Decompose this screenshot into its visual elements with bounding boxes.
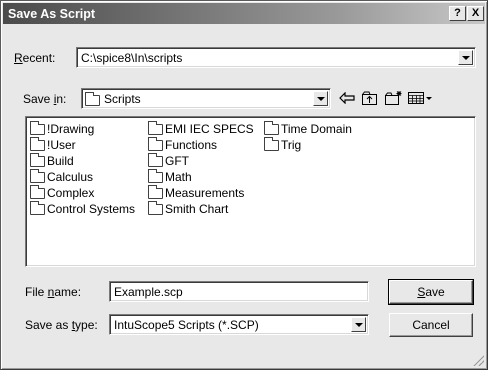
save-in-value: Scripts <box>104 91 141 106</box>
help-button[interactable]: ? <box>449 6 466 21</box>
list-item[interactable]: Functions <box>148 136 254 153</box>
folder-column-3: Time Domain Trig <box>264 120 352 153</box>
resize-grip-icon[interactable] <box>472 354 484 366</box>
list-item[interactable]: Math <box>148 168 254 185</box>
folder-icon <box>148 136 163 151</box>
file-name-label: File name: <box>25 285 82 299</box>
open-folder-icon <box>85 91 100 106</box>
list-item[interactable]: !User <box>30 136 135 153</box>
save-in-label: Save in: <box>23 92 67 106</box>
folder-icon <box>30 120 45 135</box>
folder-icon <box>148 120 163 135</box>
new-folder-icon[interactable] <box>384 89 404 107</box>
file-name-input[interactable]: Example.scp <box>109 281 369 302</box>
file-name-value: Example.scp <box>114 284 183 299</box>
folder-icon <box>264 136 279 151</box>
dialog-title: Save As Script <box>8 6 96 21</box>
list-item[interactable]: Control Systems <box>30 200 135 217</box>
back-arrow-icon[interactable] <box>337 89 357 107</box>
list-item[interactable]: Smith Chart <box>148 200 254 217</box>
folder-icon <box>30 136 45 151</box>
save-button[interactable]: Save <box>388 279 474 305</box>
recent-dropdown-button[interactable] <box>458 50 473 65</box>
save-as-type-label: Save as type: <box>25 318 98 332</box>
folder-icon <box>30 184 45 199</box>
chevron-down-icon <box>354 322 363 327</box>
list-item[interactable]: Measurements <box>148 184 254 201</box>
chevron-down-icon <box>461 55 470 60</box>
list-item[interactable]: Complex <box>30 184 135 201</box>
folder-icon <box>148 200 163 215</box>
folder-column-1: !Drawing !User Build Calculus Complex Co… <box>30 120 135 217</box>
recent-label: Recent: <box>14 51 56 65</box>
close-icon: X <box>471 7 480 19</box>
list-item[interactable]: Trig <box>264 136 352 153</box>
recent-combobox[interactable]: C:\spice8\In\scripts <box>76 47 476 68</box>
folder-icon <box>30 152 45 167</box>
folder-icon <box>148 168 163 183</box>
help-icon: ? <box>454 7 461 19</box>
close-button[interactable]: X <box>467 6 484 21</box>
view-menu-icon[interactable] <box>407 89 435 107</box>
list-item[interactable]: Time Domain <box>264 120 352 137</box>
recent-value: C:\spice8\In\scripts <box>81 50 183 65</box>
save-as-script-dialog: Save As Script ? X Recent: C:\spice8\In\… <box>0 0 488 370</box>
folder-icon <box>148 184 163 199</box>
list-item[interactable]: !Drawing <box>30 120 135 137</box>
save-in-dropdown-button[interactable] <box>313 91 328 106</box>
chevron-down-icon <box>316 96 325 101</box>
folder-list[interactable]: !Drawing !User Build Calculus Complex Co… <box>25 116 476 267</box>
folder-column-2: EMI IEC SPECS Functions GFT Math Measure… <box>148 120 254 217</box>
folder-icon <box>30 200 45 215</box>
save-as-type-dropdown-button[interactable] <box>351 317 366 332</box>
folder-icon <box>148 152 163 167</box>
folder-icon <box>30 168 45 183</box>
cancel-button[interactable]: Cancel <box>389 313 473 337</box>
save-in-combobox[interactable]: Scripts <box>81 88 331 109</box>
list-item[interactable]: EMI IEC SPECS <box>148 120 254 137</box>
save-as-type-combobox[interactable]: IntuScope5 Scripts (*.SCP) <box>109 314 369 335</box>
save-as-type-value: IntuScope5 Scripts (*.SCP) <box>114 317 259 332</box>
list-item[interactable]: GFT <box>148 152 254 169</box>
folder-icon <box>264 120 279 135</box>
list-item[interactable]: Build <box>30 152 135 169</box>
title-bar[interactable]: Save As Script ? X <box>3 3 485 24</box>
up-folder-icon[interactable] <box>360 89 380 107</box>
list-item[interactable]: Calculus <box>30 168 135 185</box>
